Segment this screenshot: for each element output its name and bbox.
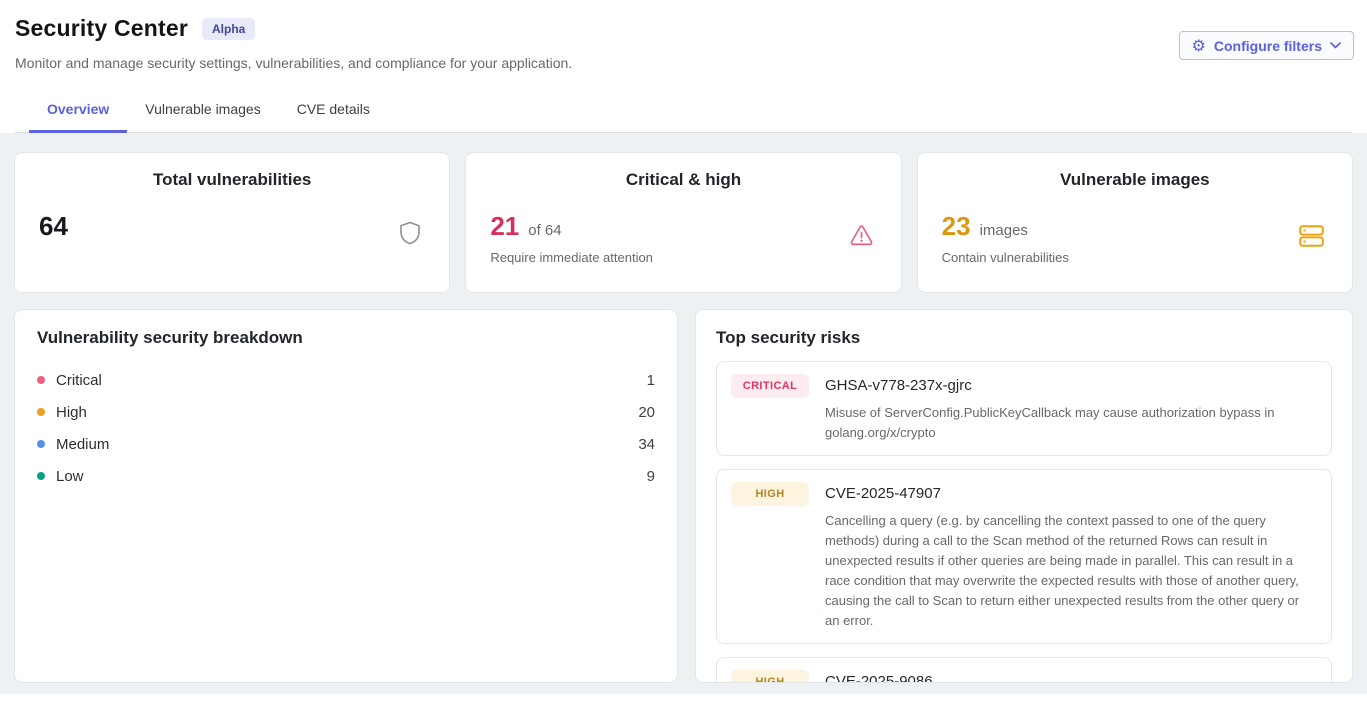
top-risks-title: Top security risks xyxy=(716,328,1332,348)
stat-subtext: Contain vulnerabilities xyxy=(942,250,1328,265)
top-security-risks-panel: Top security risks CRITICAL GHSA-v778-23… xyxy=(695,309,1353,683)
risk-description: Misuse of ServerConfig.PublicKeyCallback… xyxy=(825,403,1317,443)
breakdown-value: 9 xyxy=(647,468,655,485)
risk-id: CVE-2025-47907 xyxy=(825,482,1317,506)
vulnerability-breakdown-panel: Vulnerability security breakdown Critica… xyxy=(14,309,678,683)
medium-dot-icon xyxy=(37,440,45,448)
low-dot-icon xyxy=(37,472,45,480)
warning-icon xyxy=(850,225,873,246)
breakdown-title: Vulnerability security breakdown xyxy=(37,328,655,348)
images-stack-icon xyxy=(1299,225,1324,247)
stat-card-critical-high: Critical & high 21 of 64 Require immedia… xyxy=(465,152,901,293)
page-header: Security Center Alpha Monitor and manage… xyxy=(0,0,1367,133)
stat-value: 64 xyxy=(39,211,68,242)
stat-cards-row: Total vulnerabilities 64 Critical & high… xyxy=(14,152,1353,293)
risk-id: CVE-2025-9086 xyxy=(825,670,933,683)
breakdown-row-medium: Medium 34 xyxy=(37,428,655,460)
severity-badge: HIGH xyxy=(731,670,809,683)
stat-value: 23 xyxy=(942,211,971,242)
configure-filters-label: Configure filters xyxy=(1214,38,1322,54)
page-subtitle: Monitor and manage security settings, vu… xyxy=(15,55,1352,71)
breakdown-value: 34 xyxy=(638,436,655,453)
critical-dot-icon xyxy=(37,376,45,384)
stat-card-total-vulnerabilities: Total vulnerabilities 64 xyxy=(14,152,450,293)
risk-description: Cancelling a query (e.g. by cancelling t… xyxy=(825,511,1317,631)
risk-id: GHSA-v778-237x-gjrc xyxy=(825,374,1317,398)
gear-icon: ⚙ xyxy=(1192,38,1206,54)
risk-item[interactable]: HIGH CVE-2025-47907 Cancelling a query (… xyxy=(716,469,1332,644)
breakdown-row-low: Low 9 xyxy=(37,460,655,492)
tab-vulnerable-images[interactable]: Vulnerable images xyxy=(127,93,278,133)
tab-bar: Overview Vulnerable images CVE details xyxy=(15,93,1352,133)
breakdown-label: High xyxy=(56,404,87,421)
breakdown-value: 20 xyxy=(638,404,655,421)
stat-card-title: Total vulnerabilities xyxy=(39,170,425,190)
stat-card-vulnerable-images: Vulnerable images 23 images Contain vuln… xyxy=(917,152,1353,293)
chevron-down-icon xyxy=(1330,42,1341,49)
tab-cve-details[interactable]: CVE details xyxy=(279,93,388,133)
high-dot-icon xyxy=(37,408,45,416)
alpha-badge: Alpha xyxy=(202,18,255,40)
stat-value: 21 xyxy=(490,211,519,242)
risk-item[interactable]: CRITICAL GHSA-v778-237x-gjrc Misuse of S… xyxy=(716,361,1332,456)
breakdown-label: Low xyxy=(56,468,84,485)
breakdown-value: 1 xyxy=(647,372,655,389)
shield-icon xyxy=(399,221,421,245)
breakdown-label: Medium xyxy=(56,436,109,453)
stat-card-title: Critical & high xyxy=(490,170,876,190)
stat-subtext: Require immediate attention xyxy=(490,250,876,265)
breakdown-label: Critical xyxy=(56,372,102,389)
risk-item[interactable]: HIGH CVE-2025-9086 xyxy=(716,657,1332,683)
page-title: Security Center xyxy=(15,15,188,42)
configure-filters-button[interactable]: ⚙ Configure filters xyxy=(1179,31,1354,60)
stat-suffix: images xyxy=(980,222,1028,239)
content-area: Total vulnerabilities 64 Critical & high… xyxy=(0,133,1367,694)
severity-badge: HIGH xyxy=(731,482,809,506)
breakdown-row-critical: Critical 1 xyxy=(37,364,655,396)
stat-suffix: of 64 xyxy=(528,222,561,239)
breakdown-row-high: High 20 xyxy=(37,396,655,428)
severity-badge: CRITICAL xyxy=(731,374,809,398)
stat-card-title: Vulnerable images xyxy=(942,170,1328,190)
tab-overview[interactable]: Overview xyxy=(29,93,127,133)
